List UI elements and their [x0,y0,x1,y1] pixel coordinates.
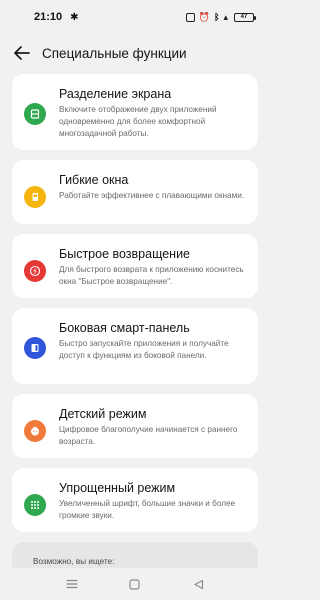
navigation-bar [0,568,270,600]
feature-title: Разделение экрана [59,87,172,101]
header: Специальные функции [0,38,270,68]
feature-title: Детский режим [59,407,147,421]
back-button[interactable] [2,38,42,68]
feature-quick-return[interactable]: Быстрое возвращение Для быстрого возврат… [12,234,258,298]
kid-face-icon [24,420,46,442]
triangle-back-icon [194,579,203,589]
lightning-icon [24,260,46,282]
nfc-icon [185,12,195,22]
feature-title: Упрощенный режим [59,481,176,495]
back-nav-button[interactable] [183,572,213,596]
settings-gear-icon: ✱ [70,11,79,23]
feature-split-screen[interactable]: Разделение экрана Включите отображение д… [12,74,258,150]
status-time: 21:10 [34,11,63,23]
feature-title: Гибкие окна [59,173,129,187]
status-bar: 21:10 ✱ ⏰ ᛒ ▴ 47 [0,0,270,34]
feature-description: Для быстрого возврата к приложению косни… [59,265,244,286]
feature-flexible-windows[interactable]: Гибкие окна Работайте эффективнее с плав… [12,160,258,224]
battery-icon: 47 [234,12,256,22]
status-icons: ⏰ ᛒ ▴ 47 [185,11,256,23]
feature-simple-mode[interactable]: Упрощенный режим Увеличенный шрифт, боль… [12,468,258,532]
feature-description: Работайте эффективнее с плавающими окнам… [59,191,245,200]
feature-title: Быстрое возвращение [59,247,191,261]
battery-level: 47 [240,14,248,20]
page-title: Специальные функции [42,45,187,61]
feature-title: Боковая смарт-панель [59,321,190,335]
feature-description: Увеличенный шрифт, большие значки и боле… [59,499,236,520]
home-button[interactable] [120,572,150,596]
feature-kids-mode[interactable]: Детский режим Цифровое благополучие начи… [12,394,258,458]
bluetooth-icon: ᛒ [214,12,220,22]
recent-apps-button[interactable] [57,572,87,596]
alarm-icon: ⏰ [198,11,211,22]
feature-description: Цифровое благополучие начинается с ранне… [59,425,238,446]
square-icon [129,578,141,590]
feature-description: Включите отображение двух приложений одн… [59,105,217,138]
feature-description: Быстро запускайте приложения и получайте… [59,339,229,360]
feature-list: Разделение экрана Включите отображение д… [12,74,258,542]
menu-lines-icon [66,579,78,589]
back-arrow-icon [14,46,30,60]
flexible-window-icon [24,186,46,208]
sidebar-panel-icon [24,337,46,359]
wifi-signal-icon: ▴ [223,11,228,22]
split-screen-icon [24,103,46,125]
feature-smart-sidebar[interactable]: Боковая смарт-панель Быстро запускайте п… [12,308,258,384]
suggestions-label: Возможно, вы ищете: [33,557,115,566]
grid-dots-icon [24,494,46,516]
